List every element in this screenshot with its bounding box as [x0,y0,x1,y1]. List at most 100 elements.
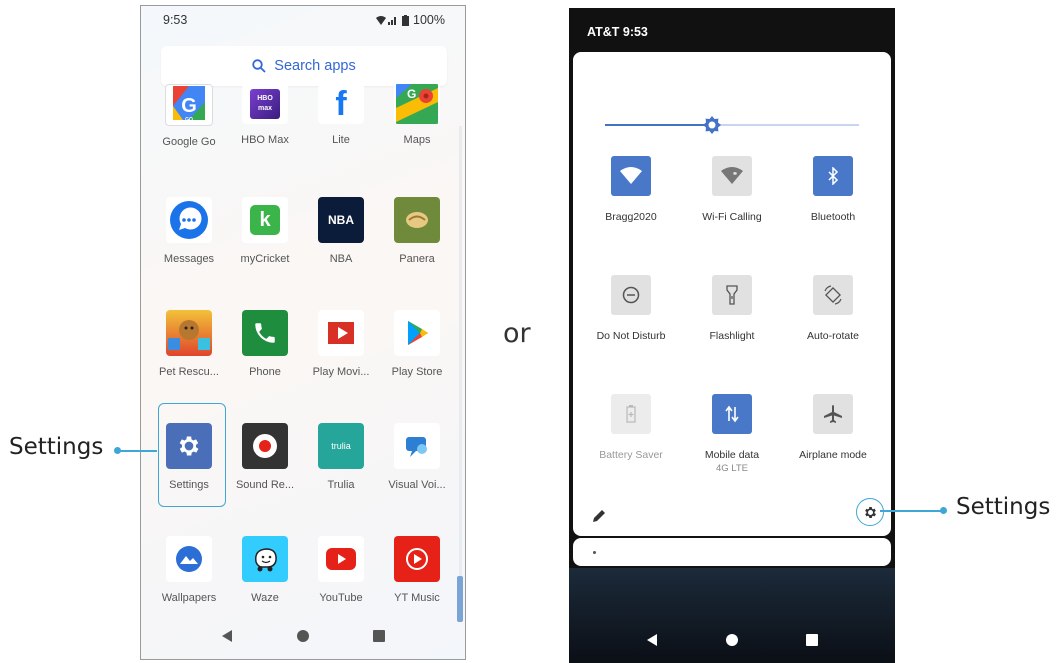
app-waze[interactable]: Waze [227,536,303,604]
recents-icon[interactable] [805,633,819,647]
app-label: Phone [249,366,281,378]
app-visual-voicemail[interactable]: Visual Voi... [379,423,455,491]
app-label: Trulia [327,479,355,491]
tile-label: Auto-rotate [807,330,859,342]
tile-bluetooth[interactable]: Bluetooth [778,156,888,223]
wallpapers-icon [166,536,212,582]
app-label: Panera [399,253,435,265]
maps-icon: G [394,84,440,124]
battery-icon [402,14,410,26]
mobile-data-icon [712,394,752,434]
back-icon[interactable] [645,633,659,647]
app-label: HBO Max [241,134,289,146]
notification-strip[interactable] [573,538,891,566]
app-yt-music[interactable]: YT Music [379,536,455,604]
app-label: Sound Re... [235,479,295,491]
callout-dot-right [940,507,947,514]
nba-icon: NBA [318,197,364,243]
status-carrier-time: AT&T 9:53 [587,25,648,39]
search-icon [252,59,266,73]
yt-music-icon [394,536,440,582]
app-label: Google Go [162,136,216,148]
notification-dot [593,551,596,554]
app-label: YT Music [394,592,440,604]
battery-percent: 100% [413,13,445,27]
wifi-signal-icon [376,15,397,25]
edit-pencil-icon[interactable] [591,508,607,524]
tile-do-not-disturb[interactable]: Do Not Disturb [576,275,686,342]
navigation-bar [141,613,465,659]
app-label: Play Movi... [312,366,370,378]
home-icon[interactable] [725,633,739,647]
app-maps[interactable]: G Maps [379,84,455,146]
quick-settings-panel: Bragg2020 Wi-Fi Calling Bluetooth Do Not… [573,52,891,536]
wifi-icon [611,156,651,196]
app-mycricket[interactable]: k myCricket [227,197,303,265]
tile-auto-rotate[interactable]: Auto-rotate [778,275,888,342]
visual-voicemail-icon [394,423,440,469]
gear-icon [864,506,876,518]
play-movies-icon [318,310,364,356]
app-label: NBA [329,253,353,265]
tile-flashlight[interactable]: Flashlight [677,275,787,342]
app-facebook-lite[interactable]: f Lite [303,84,379,146]
auto-rotate-icon [813,275,853,315]
tile-mobile-data[interactable]: Mobile data 4G LTE [677,394,787,474]
app-play-movies[interactable]: Play Movi... [303,310,379,378]
play-store-icon [394,310,440,356]
app-google-go[interactable]: G GO Google Go [151,84,227,148]
tile-label: Do Not Disturb [596,330,666,342]
app-wallpapers[interactable]: Wallpapers [151,536,227,604]
app-panera[interactable]: Panera [379,197,455,265]
callout-line-left [118,450,157,452]
google-go-icon: G GO [165,84,213,126]
tile-battery-saver[interactable]: Battery Saver [576,394,686,461]
recents-icon[interactable] [372,629,386,643]
svg-text:G: G [181,95,197,117]
settings-callout-right: Settings [956,494,1051,520]
phone-icon [242,310,288,356]
brightness-slider-icon[interactable] [703,116,721,134]
app-label: YouTube [319,592,363,604]
tile-label: Battery Saver [599,449,663,461]
settings-gear-button[interactable] [856,498,884,526]
facebook-lite-icon: f [318,84,364,124]
youtube-icon [318,536,364,582]
navigation-bar [569,617,895,663]
tile-label: Bluetooth [810,211,856,223]
tile-wifi-calling[interactable]: Wi-Fi Calling [677,156,787,223]
tile-airplane-mode[interactable]: Airplane mode [778,394,888,461]
home-icon[interactable] [296,629,310,643]
app-pet-rescue[interactable]: Pet Rescu... [151,310,227,378]
flashlight-icon [712,275,752,315]
settings-highlight-box [158,403,226,507]
app-trulia[interactable]: trulia Trulia [303,423,379,491]
back-icon[interactable] [220,629,234,643]
tile-wifi[interactable]: Bragg2020 [576,156,686,223]
svg-text:G: G [407,87,416,101]
trulia-icon: trulia [318,423,364,469]
status-bar: 9:53 100% [141,6,465,34]
search-apps-bar[interactable]: Search apps [161,46,447,86]
airplane-icon [813,394,853,434]
app-play-store[interactable]: Play Store [379,310,455,378]
app-label: myCricket [240,253,290,265]
do-not-disturb-icon [611,275,651,315]
bluetooth-icon [813,156,853,196]
status-icons: 100% [376,13,445,27]
app-drawer-screen: 9:53 100% Search apps G GO Google Go HBO m… [140,5,466,660]
tile-label: Airplane mode [799,449,867,461]
app-hbo-max[interactable]: HBO max HBO Max [227,84,303,146]
settings-callout-left: Settings [9,434,104,460]
app-youtube[interactable]: YouTube [303,536,379,604]
callout-line-right [880,510,942,512]
app-messages[interactable]: Messages [151,197,227,265]
waze-icon [242,536,288,582]
app-label: Maps [403,134,431,146]
tile-label: Wi-Fi Calling [702,211,762,223]
pet-rescue-icon [166,310,212,356]
app-label: Messages [163,253,215,265]
app-nba[interactable]: NBA NBA [303,197,379,265]
app-phone[interactable]: Phone [227,310,303,378]
app-sound-recorder[interactable]: Sound Re... [227,423,303,491]
